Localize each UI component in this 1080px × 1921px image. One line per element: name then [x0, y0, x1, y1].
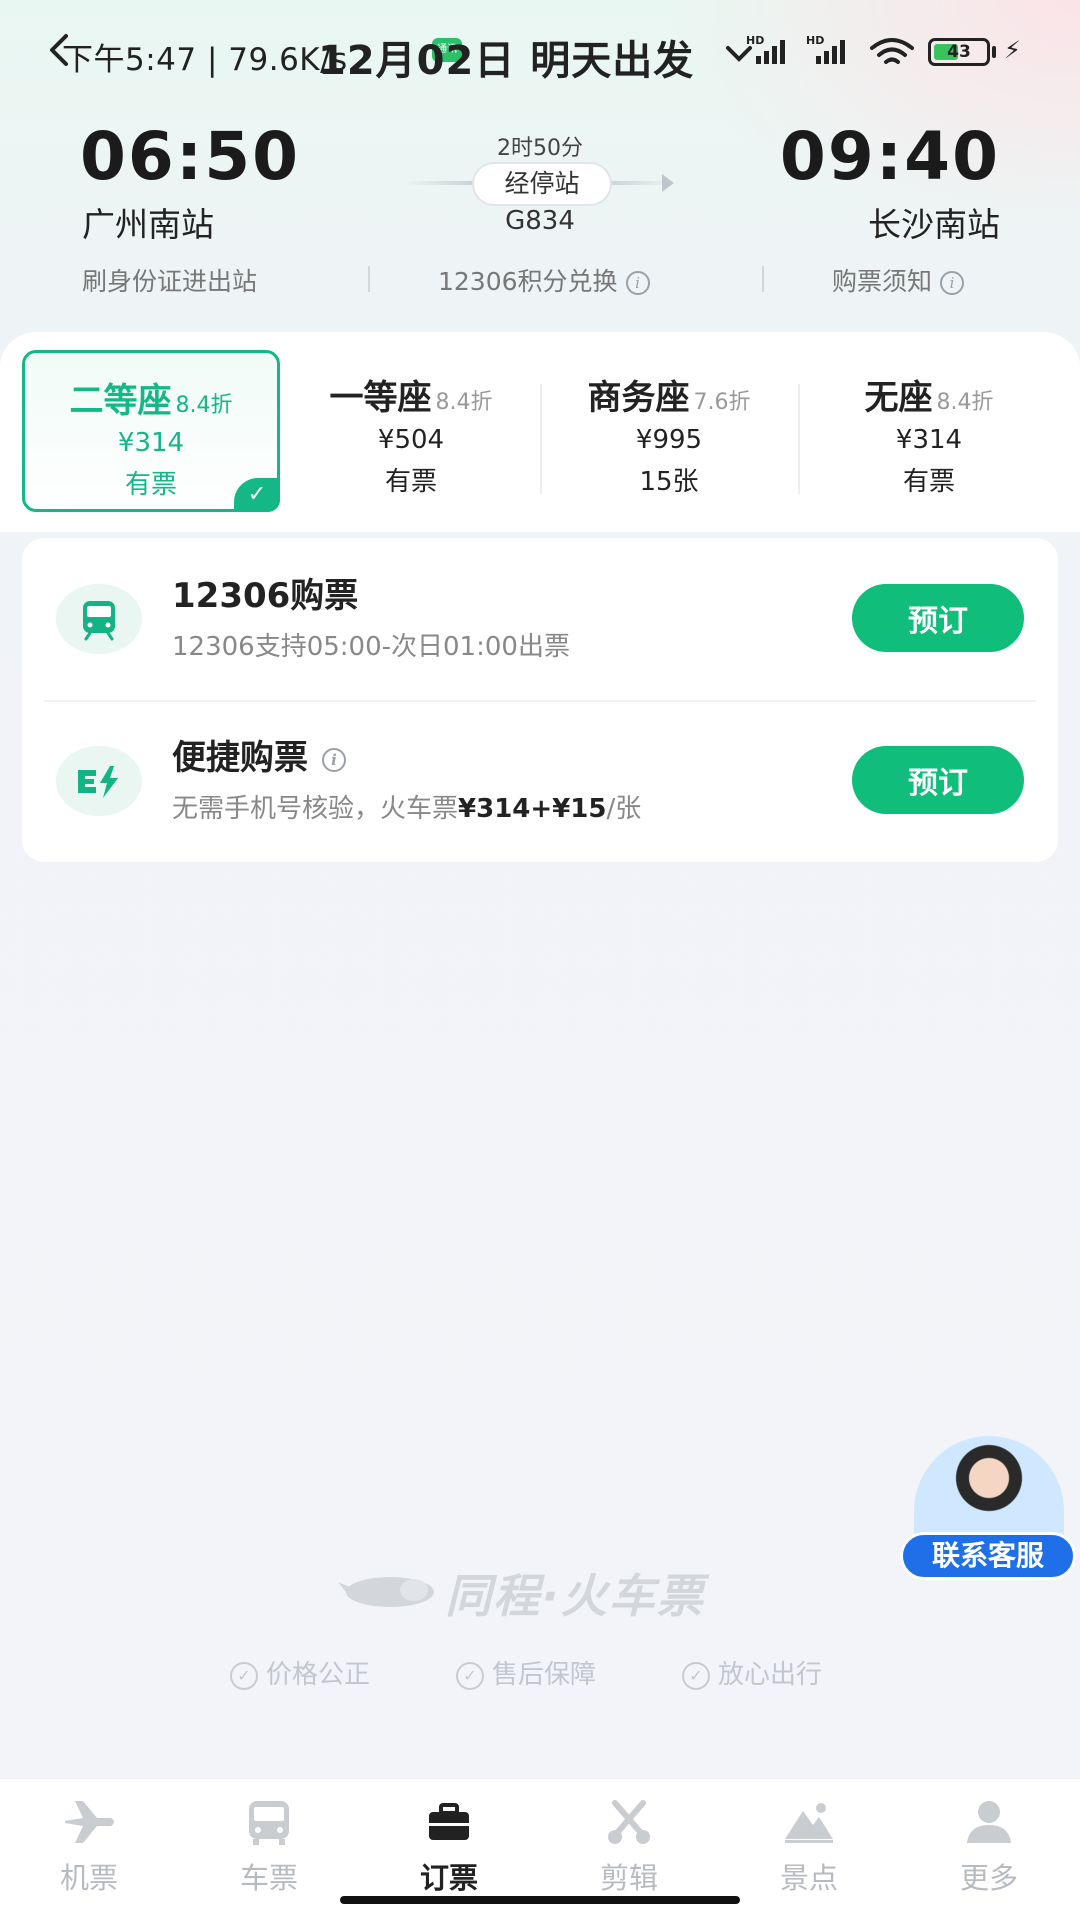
purchase-options-card: 12306购票 12306支持05:00-次日01:00出票 预订 便捷购票 i …	[22, 538, 1058, 862]
tab-edit[interactable]: 剪辑	[564, 1799, 694, 1897]
seat-type-panel: 二等座 8.4折 ¥314 有票 ✓ 一等座 8.4折 ¥504 有票 商务座 7.6…	[0, 332, 1080, 532]
home-indicator[interactable]	[340, 1896, 740, 1904]
seat-option-first-class[interactable]: 一等座 8.4折 ¥504 有票	[282, 350, 540, 512]
scissors-icon	[608, 1800, 650, 1844]
fast-ticket-icon	[56, 746, 142, 816]
tab-attractions[interactable]: 景点	[744, 1799, 874, 1897]
seat-price: ¥314	[895, 425, 963, 455]
notice-link[interactable]: 购票须知 i	[832, 262, 965, 298]
svg-text:HD: HD	[746, 34, 764, 47]
route-arrow-icon	[662, 174, 674, 192]
seat-price: ¥995	[635, 425, 703, 455]
tab-label: 机票	[59, 1861, 118, 1895]
notice-link-label: 购票须知	[832, 267, 933, 296]
seat-name: 二等座	[69, 381, 172, 421]
option-desc-price: ¥314+¥15	[458, 794, 607, 824]
battery-level: 43	[947, 42, 971, 62]
check-circle-icon: ✓	[682, 1661, 710, 1690]
info-icon[interactable]: i	[625, 271, 650, 295]
promise-label: 价格公正	[266, 1660, 371, 1690]
seat-availability: 15张	[639, 467, 699, 497]
status-time: 下午5:47 | 79.6K/s	[62, 42, 348, 78]
svg-text:HD: HD	[806, 34, 824, 47]
check-circle-icon: ✓	[230, 1661, 258, 1690]
seat-price: ¥314	[117, 428, 185, 458]
seat-name: 一等座	[329, 378, 432, 418]
info-icon[interactable]: i	[940, 271, 965, 295]
briefcase-icon	[429, 1803, 469, 1840]
trip-duration: 2时50分	[497, 136, 583, 161]
promise-label: 放心出行	[718, 1660, 823, 1690]
promise-item: ✓ 价格公正	[230, 1654, 370, 1691]
battery-icon: 43	[928, 38, 990, 66]
tab-flights[interactable]: 机票	[24, 1799, 154, 1897]
seat-name: 商务座	[587, 378, 690, 418]
info-icon[interactable]: i	[322, 747, 346, 772]
link-divider	[368, 266, 370, 292]
seat-discount: 8.4折	[175, 393, 233, 418]
bus-icon	[249, 1801, 289, 1845]
seat-option-second-class[interactable]: 二等座 8.4折 ¥314 有票 ✓	[22, 350, 280, 512]
seat-price: ¥504	[377, 425, 445, 455]
signal-hd-icon: HD	[746, 34, 785, 64]
seat-discount: 7.6折	[693, 390, 751, 415]
mountain-icon	[785, 1803, 833, 1843]
page-title[interactable]: 12月02日 明天出发	[318, 28, 694, 86]
option-12306: 12306购票 12306支持05:00-次日01:00出票 预订	[22, 538, 1058, 700]
customer-service-button[interactable]: 联系客服	[900, 1436, 1076, 1584]
info-links: 刷身份证进出站 12306积分兑换 i 购票须知 i	[0, 262, 1080, 296]
tab-label: 更多	[959, 1861, 1018, 1895]
train-number: G834	[505, 206, 575, 236]
link-divider	[762, 266, 764, 292]
promise-item: ✓ 售后保障	[456, 1654, 596, 1691]
option-title-label: 便捷购票	[172, 738, 308, 778]
tab-label: 景点	[779, 1861, 838, 1895]
points-link-label: 12306积分兑换	[438, 267, 618, 296]
points-link[interactable]: 12306积分兑换 i	[438, 262, 650, 298]
seat-discount: 8.4折	[435, 390, 493, 415]
option-fast-purchase: 便捷购票 i 无需手机号核验，火车票¥314+¥15/张 预订	[22, 700, 1058, 862]
service-label: 联系客服	[900, 1532, 1076, 1580]
seat-discount: 8.4折	[936, 390, 994, 415]
battery-tip	[992, 46, 996, 58]
tab-more[interactable]: 更多	[924, 1799, 1054, 1897]
seat-option-business-class[interactable]: 商务座 7.6折 ¥995 15张	[540, 350, 798, 512]
option-desc-prefix: 无需手机号核验，火车票	[172, 794, 459, 824]
tab-label: 剪辑	[599, 1861, 658, 1895]
option-desc: 12306支持05:00-次日01:00出票	[172, 632, 570, 662]
option-title: 便捷购票 i	[172, 730, 346, 779]
tab-booking[interactable]: 订票	[384, 1799, 514, 1897]
seat-availability: 有票	[384, 467, 437, 497]
option-title: 12306购票	[172, 576, 359, 616]
tab-label: 订票	[419, 1861, 478, 1895]
signal-hd-2-icon: HD	[806, 34, 845, 64]
option-desc-suffix: /张	[606, 794, 642, 824]
tab-label: 车票	[239, 1861, 298, 1895]
check-circle-icon: ✓	[456, 1661, 484, 1690]
book-button[interactable]: 预订	[852, 584, 1024, 652]
seat-option-no-seat[interactable]: 无座 8.4折 ¥314 有票	[800, 350, 1058, 512]
charging-icon: ⚡	[1004, 36, 1021, 64]
seat-name: 无座	[864, 378, 933, 418]
train-icon	[56, 584, 142, 654]
option-desc: 无需手机号核验，火车票¥314+¥15/张	[172, 788, 641, 825]
seat-availability: 有票	[902, 467, 955, 497]
person-icon	[967, 1801, 1011, 1843]
id-card-link[interactable]: 刷身份证进出站	[82, 262, 257, 298]
plane-icon	[65, 1801, 114, 1843]
promise-label: 售后保障	[492, 1660, 597, 1690]
promise-item: ✓ 放心出行	[682, 1654, 822, 1691]
stops-button[interactable]: 经停站	[472, 162, 612, 206]
tab-bus[interactable]: 车票	[204, 1799, 334, 1897]
wifi-icon	[870, 38, 914, 64]
book-button[interactable]: 预订	[852, 746, 1024, 814]
